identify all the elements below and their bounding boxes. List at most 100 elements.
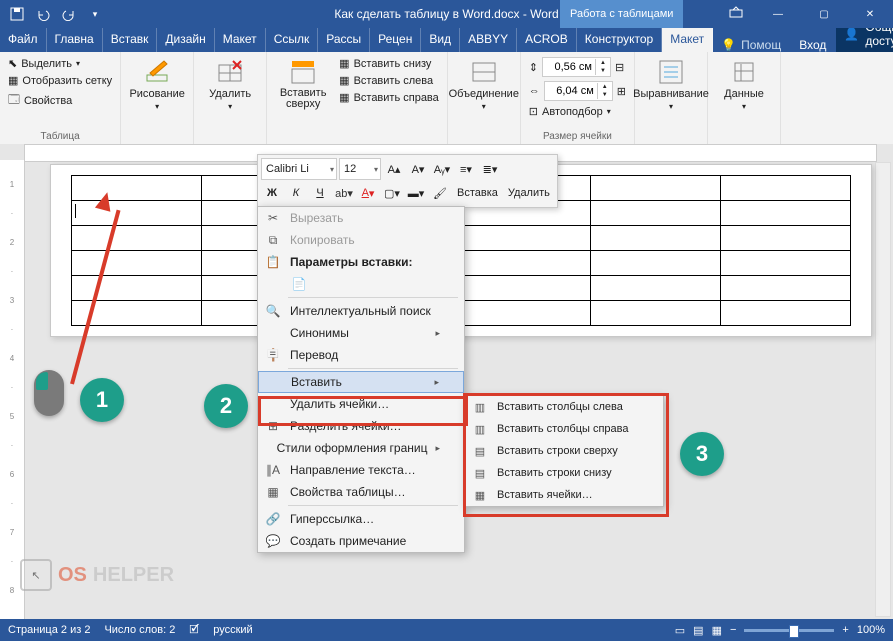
tab-table-layout[interactable]: Макет <box>662 28 713 52</box>
insert-below-button[interactable]: ▦Вставить снизу <box>337 56 441 71</box>
ctx-paste-option[interactable]: 📄 <box>258 273 464 295</box>
sub-cols-right[interactable]: ▥Вставить столбцы справа <box>465 418 663 440</box>
height-input[interactable] <box>543 61 595 73</box>
ctx-insert-label: Вставить <box>291 375 342 389</box>
sub-cols-left[interactable]: ▥Вставить столбцы слева <box>465 396 663 418</box>
ctx-split-cells[interactable]: ⊞Разделить ячейки… <box>258 415 464 437</box>
tab-home[interactable]: Главна <box>47 28 103 52</box>
mini-delete-button[interactable]: Удалить <box>504 182 554 204</box>
paste-keep-icon: 📄 <box>290 275 308 293</box>
dist-cols-icon[interactable]: ⊞ <box>617 85 626 98</box>
sign-in[interactable]: Вход <box>789 38 836 52</box>
sub-rows-below[interactable]: ▤Вставить строки снизу <box>465 462 663 484</box>
merge-button[interactable]: Объединение▾ <box>454 56 514 113</box>
format-painter-button[interactable]: 🖌 <box>429 182 451 204</box>
mini-insert-button[interactable]: Вставка <box>453 182 502 204</box>
view-read-icon[interactable]: ▭ <box>675 624 685 637</box>
status-spellcheck-icon[interactable]: 🗹 <box>189 621 199 640</box>
draw-label: Рисование <box>129 88 184 100</box>
size-select[interactable]: 12 <box>339 158 381 180</box>
save-icon[interactable] <box>8 5 26 23</box>
status-page[interactable]: Страница 2 из 2 <box>8 624 90 636</box>
shading-button[interactable]: ▬▾ <box>405 182 427 204</box>
draw-button[interactable]: Рисование▾ <box>127 56 187 113</box>
tab-constructor[interactable]: Конструктор <box>577 28 662 52</box>
tab-references[interactable]: Ссылк <box>266 28 319 52</box>
row-height[interactable]: ⇕▲▼⊟ <box>527 56 628 78</box>
sub-cells[interactable]: ▦Вставить ячейки… <box>465 484 663 506</box>
underline-button[interactable]: Ч <box>309 182 331 204</box>
insert-left-button[interactable]: ▦Вставить слева <box>337 73 441 88</box>
vertical-scrollbar[interactable] <box>875 162 891 617</box>
undo-icon[interactable] <box>34 5 52 23</box>
italic-button[interactable]: К <box>285 182 307 204</box>
ctx-insert[interactable]: Вставить▸ <box>258 371 464 393</box>
watermark: ↖ OS HELPER <box>20 559 174 591</box>
props-icon: 🗔 <box>8 91 20 110</box>
ctx-smart-lookup[interactable]: 🔍Интеллектуальный поиск <box>258 300 464 322</box>
delete-button[interactable]: Удалить▾ <box>200 56 260 113</box>
insert-right-button[interactable]: ▦Вставить справа <box>337 90 441 105</box>
status-words[interactable]: Число слов: 2 <box>104 624 175 636</box>
vertical-ruler[interactable]: 1·2·3·4·5·6·7·8·9·10 <box>0 160 25 619</box>
sub-rows-above[interactable]: ▤Вставить строки сверху <box>465 440 663 462</box>
tab-abbyy[interactable]: ABBYY <box>460 28 517 52</box>
highlight-button[interactable]: ab▾ <box>333 182 355 204</box>
redo-icon[interactable] <box>60 5 78 23</box>
zoom-in-button[interactable]: + <box>842 624 848 636</box>
grow-font-button[interactable]: A▴ <box>383 158 405 180</box>
split-icon: ⊞ <box>264 417 282 435</box>
tell-me[interactable]: 💡Помощ <box>713 38 789 52</box>
tab-insert[interactable]: Вставк <box>103 28 158 52</box>
row-below-icon: ▤ <box>471 464 489 482</box>
numbering-button[interactable]: ≣▾ <box>479 158 501 180</box>
tab-file[interactable]: Файл <box>0 28 47 52</box>
tab-review[interactable]: Рецен <box>370 28 421 52</box>
ctx-border-styles[interactable]: Стили оформления границ▸ <box>258 437 464 459</box>
qat-customize-icon[interactable]: ▾ <box>86 5 104 23</box>
data-label: Данные <box>724 88 764 100</box>
ctx-new-comment[interactable]: 💬Создать примечание <box>258 530 464 552</box>
border-button[interactable]: ▢▾ <box>381 182 403 204</box>
ctx-synonyms[interactable]: Синонимы▸ <box>258 322 464 344</box>
properties-button[interactable]: 🗔Свойства <box>6 90 114 111</box>
font-color-button[interactable]: А▾ <box>357 182 379 204</box>
pencil-icon <box>143 58 171 86</box>
ctx-translate[interactable]: 🪧Перевод <box>258 344 464 366</box>
zoom-slider[interactable] <box>744 629 834 632</box>
bold-button[interactable]: Ж <box>261 182 283 204</box>
select-button[interactable]: ⬉Выделить▾ <box>6 56 114 71</box>
ctx-delete-cells[interactable]: Удалить ячейки… <box>258 393 464 415</box>
ribbon-options-icon[interactable] <box>729 6 743 23</box>
font-select[interactable]: Calibri Li <box>261 158 337 180</box>
ctx-hyperlink[interactable]: 🔗Гиперссылка… <box>258 508 464 530</box>
zoom-out-button[interactable]: − <box>730 624 736 636</box>
zoom-value[interactable]: 100% <box>857 624 885 636</box>
insert-above-button[interactable]: Вставить сверху <box>273 56 333 112</box>
dist-rows-icon[interactable]: ⊟ <box>615 61 624 74</box>
maximize-button[interactable]: ▢ <box>801 0 847 28</box>
tab-acrobat[interactable]: ACROB <box>517 28 577 52</box>
data-button[interactable]: Данные▾ <box>714 56 774 113</box>
group-cellsize: ⇕▲▼⊟ ⇔▲▼⊞ ⊡Автоподбор▾ Размер ячейки <box>521 52 635 144</box>
view-print-icon[interactable]: ▤ <box>693 624 703 637</box>
tab-mailings[interactable]: Рассы <box>318 28 370 52</box>
align-button[interactable]: Выравнивание▾ <box>641 56 701 113</box>
autofit-button[interactable]: ⊡Автоподбор▾ <box>527 104 628 119</box>
minimize-button[interactable]: — <box>755 0 801 28</box>
active-cell[interactable] <box>72 201 202 226</box>
tab-design[interactable]: Дизайн <box>157 28 214 52</box>
ctx-text-direction[interactable]: ∥AНаправление текста… <box>258 459 464 481</box>
width-input[interactable] <box>545 85 597 97</box>
shrink-font-button[interactable]: A▾ <box>407 158 429 180</box>
status-language[interactable]: русский <box>213 624 252 636</box>
tab-layout[interactable]: Макет <box>215 28 266 52</box>
view-web-icon[interactable]: ▦ <box>712 624 722 637</box>
close-button[interactable]: ✕ <box>847 0 893 28</box>
bullets-button[interactable]: ≡▾ <box>455 158 477 180</box>
tab-view[interactable]: Вид <box>421 28 460 52</box>
view-gridlines-button[interactable]: ▦Отобразить сетку <box>6 73 114 88</box>
styles-button[interactable]: Aᵧ▾ <box>431 158 453 180</box>
ctx-table-props[interactable]: ▦Свойства таблицы… <box>258 481 464 503</box>
col-width[interactable]: ⇔▲▼⊞ <box>527 80 628 102</box>
